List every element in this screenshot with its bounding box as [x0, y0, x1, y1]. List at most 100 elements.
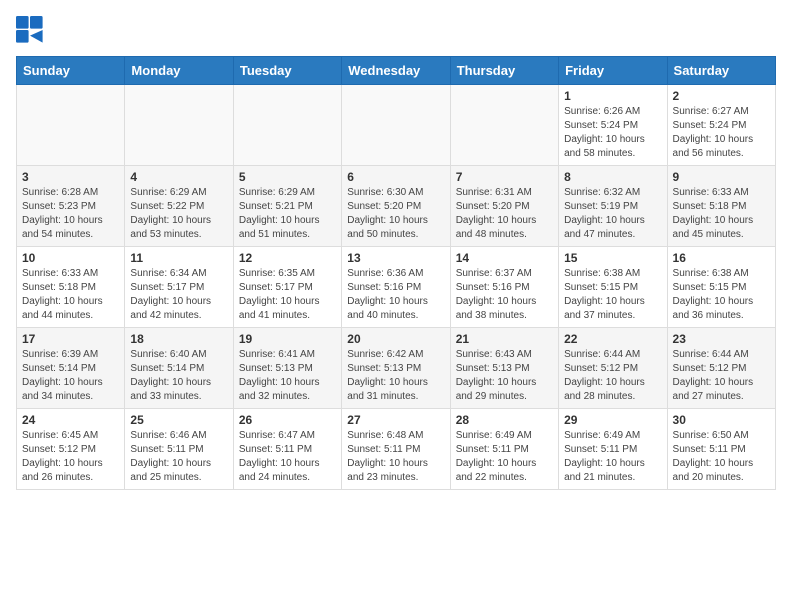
day-info: Sunrise: 6:48 AMSunset: 5:11 PMDaylight:…	[347, 429, 444, 485]
day-number: 19	[239, 332, 336, 346]
col-header-wednesday: Wednesday	[342, 57, 450, 85]
day-cell: 17 Sunrise: 6:39 AMSunset: 5:14 PMDayligh…	[17, 328, 125, 409]
day-cell: 3 Sunrise: 6:28 AMSunset: 5:23 PMDaylight…	[17, 166, 125, 247]
day-cell: 27 Sunrise: 6:48 AMSunset: 5:11 PMDayligh…	[342, 409, 450, 490]
day-cell: 29 Sunrise: 6:49 AMSunset: 5:11 PMDayligh…	[559, 409, 667, 490]
col-header-friday: Friday	[559, 57, 667, 85]
col-header-sunday: Sunday	[17, 57, 125, 85]
day-number: 8	[564, 170, 661, 184]
day-info: Sunrise: 6:40 AMSunset: 5:14 PMDaylight:…	[130, 348, 227, 404]
col-header-monday: Monday	[125, 57, 233, 85]
day-cell: 7 Sunrise: 6:31 AMSunset: 5:20 PMDaylight…	[450, 166, 558, 247]
day-cell: 4 Sunrise: 6:29 AMSunset: 5:22 PMDaylight…	[125, 166, 233, 247]
day-cell: 10 Sunrise: 6:33 AMSunset: 5:18 PMDayligh…	[17, 247, 125, 328]
day-cell: 22 Sunrise: 6:44 AMSunset: 5:12 PMDayligh…	[559, 328, 667, 409]
day-info: Sunrise: 6:50 AMSunset: 5:11 PMDaylight:…	[673, 429, 770, 485]
day-number: 29	[564, 413, 661, 427]
day-number: 14	[456, 251, 553, 265]
day-info: Sunrise: 6:49 AMSunset: 5:11 PMDaylight:…	[564, 429, 661, 485]
day-number: 12	[239, 251, 336, 265]
day-cell: 24 Sunrise: 6:45 AMSunset: 5:12 PMDayligh…	[17, 409, 125, 490]
week-row-2: 10 Sunrise: 6:33 AMSunset: 5:18 PMDayligh…	[17, 247, 776, 328]
day-info: Sunrise: 6:37 AMSunset: 5:16 PMDaylight:…	[456, 267, 553, 323]
day-number: 6	[347, 170, 444, 184]
day-number: 30	[673, 413, 770, 427]
day-cell: 30 Sunrise: 6:50 AMSunset: 5:11 PMDayligh…	[667, 409, 775, 490]
day-info: Sunrise: 6:44 AMSunset: 5:12 PMDaylight:…	[564, 348, 661, 404]
day-number: 5	[239, 170, 336, 184]
day-number: 21	[456, 332, 553, 346]
day-number: 4	[130, 170, 227, 184]
calendar-table: SundayMondayTuesdayWednesdayThursdayFrid…	[16, 56, 776, 490]
day-info: Sunrise: 6:29 AMSunset: 5:22 PMDaylight:…	[130, 186, 227, 242]
day-number: 24	[22, 413, 119, 427]
header	[16, 16, 776, 44]
day-cell: 25 Sunrise: 6:46 AMSunset: 5:11 PMDayligh…	[125, 409, 233, 490]
day-info: Sunrise: 6:29 AMSunset: 5:21 PMDaylight:…	[239, 186, 336, 242]
day-info: Sunrise: 6:38 AMSunset: 5:15 PMDaylight:…	[673, 267, 770, 323]
day-info: Sunrise: 6:49 AMSunset: 5:11 PMDaylight:…	[456, 429, 553, 485]
logo	[16, 16, 48, 44]
day-cell	[233, 85, 341, 166]
day-cell	[17, 85, 125, 166]
day-cell	[450, 85, 558, 166]
day-number: 23	[673, 332, 770, 346]
day-number: 16	[673, 251, 770, 265]
day-cell: 21 Sunrise: 6:43 AMSunset: 5:13 PMDayligh…	[450, 328, 558, 409]
week-row-0: 1 Sunrise: 6:26 AMSunset: 5:24 PMDaylight…	[17, 85, 776, 166]
day-info: Sunrise: 6:30 AMSunset: 5:20 PMDaylight:…	[347, 186, 444, 242]
day-number: 10	[22, 251, 119, 265]
day-cell: 20 Sunrise: 6:42 AMSunset: 5:13 PMDayligh…	[342, 328, 450, 409]
day-info: Sunrise: 6:43 AMSunset: 5:13 PMDaylight:…	[456, 348, 553, 404]
day-cell: 11 Sunrise: 6:34 AMSunset: 5:17 PMDayligh…	[125, 247, 233, 328]
day-info: Sunrise: 6:34 AMSunset: 5:17 PMDaylight:…	[130, 267, 227, 323]
day-cell: 8 Sunrise: 6:32 AMSunset: 5:19 PMDaylight…	[559, 166, 667, 247]
day-number: 26	[239, 413, 336, 427]
day-number: 9	[673, 170, 770, 184]
day-cell: 19 Sunrise: 6:41 AMSunset: 5:13 PMDayligh…	[233, 328, 341, 409]
day-cell: 23 Sunrise: 6:44 AMSunset: 5:12 PMDayligh…	[667, 328, 775, 409]
day-info: Sunrise: 6:44 AMSunset: 5:12 PMDaylight:…	[673, 348, 770, 404]
week-row-1: 3 Sunrise: 6:28 AMSunset: 5:23 PMDaylight…	[17, 166, 776, 247]
day-number: 22	[564, 332, 661, 346]
day-cell: 15Sunrise: 6:38 AMSunset: 5:15 PMDayligh…	[559, 247, 667, 328]
day-cell: 1 Sunrise: 6:26 AMSunset: 5:24 PMDaylight…	[559, 85, 667, 166]
col-header-tuesday: Tuesday	[233, 57, 341, 85]
day-info: Sunrise: 6:45 AMSunset: 5:12 PMDaylight:…	[22, 429, 119, 485]
day-info: Sunrise: 6:27 AMSunset: 5:24 PMDaylight:…	[673, 105, 770, 161]
day-info: Sunrise: 6:33 AMSunset: 5:18 PMDaylight:…	[22, 267, 119, 323]
day-number: 1	[564, 89, 661, 103]
day-number: 11	[130, 251, 227, 265]
day-info: Sunrise: 6:41 AMSunset: 5:13 PMDaylight:…	[239, 348, 336, 404]
header-row: SundayMondayTuesdayWednesdayThursdayFrid…	[17, 57, 776, 85]
day-number: 27	[347, 413, 444, 427]
day-number: 13	[347, 251, 444, 265]
day-cell: 12 Sunrise: 6:35 AMSunset: 5:17 PMDayligh…	[233, 247, 341, 328]
day-cell: 2 Sunrise: 6:27 AMSunset: 5:24 PMDaylight…	[667, 85, 775, 166]
day-cell	[342, 85, 450, 166]
day-number: 28	[456, 413, 553, 427]
day-info: Sunrise: 6:32 AMSunset: 5:19 PMDaylight:…	[564, 186, 661, 242]
day-cell: 28 Sunrise: 6:49 AMSunset: 5:11 PMDayligh…	[450, 409, 558, 490]
day-info: Sunrise: 6:47 AMSunset: 5:11 PMDaylight:…	[239, 429, 336, 485]
day-number: 2	[673, 89, 770, 103]
day-info: Sunrise: 6:36 AMSunset: 5:16 PMDaylight:…	[347, 267, 444, 323]
day-number: 7	[456, 170, 553, 184]
day-cell: 13 Sunrise: 6:36 AMSunset: 5:16 PMDayligh…	[342, 247, 450, 328]
day-info: Sunrise: 6:38 AMSunset: 5:15 PMDaylight:…	[564, 267, 661, 323]
day-number: 25	[130, 413, 227, 427]
day-info: Sunrise: 6:31 AMSunset: 5:20 PMDaylight:…	[456, 186, 553, 242]
day-number: 20	[347, 332, 444, 346]
day-number: 3	[22, 170, 119, 184]
day-info: Sunrise: 6:35 AMSunset: 5:17 PMDaylight:…	[239, 267, 336, 323]
day-info: Sunrise: 6:28 AMSunset: 5:23 PMDaylight:…	[22, 186, 119, 242]
day-number: 17	[22, 332, 119, 346]
day-info: Sunrise: 6:46 AMSunset: 5:11 PMDaylight:…	[130, 429, 227, 485]
day-info: Sunrise: 6:39 AMSunset: 5:14 PMDaylight:…	[22, 348, 119, 404]
day-info: Sunrise: 6:26 AMSunset: 5:24 PMDaylight:…	[564, 105, 661, 161]
col-header-saturday: Saturday	[667, 57, 775, 85]
logo-icon	[16, 16, 44, 44]
day-cell	[125, 85, 233, 166]
day-info: Sunrise: 6:42 AMSunset: 5:13 PMDaylight:…	[347, 348, 444, 404]
day-info: Sunrise: 6:33 AMSunset: 5:18 PMDaylight:…	[673, 186, 770, 242]
